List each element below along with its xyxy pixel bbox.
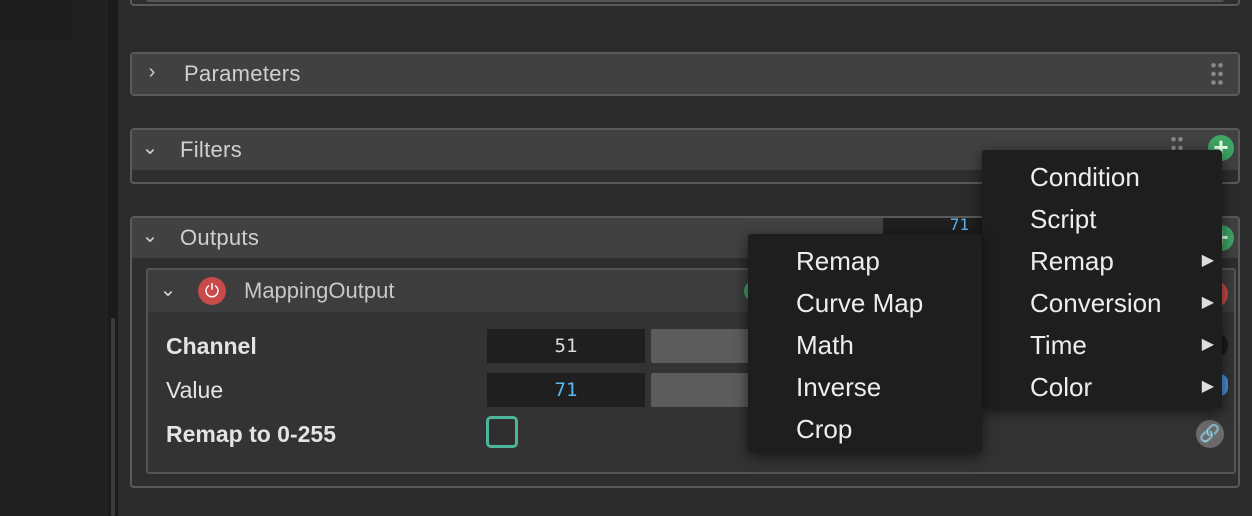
menu-item-remap[interactable]: Remap ▶ bbox=[982, 240, 1222, 282]
caret-right-icon: ▶ bbox=[1201, 252, 1214, 269]
caret-right-icon: ▶ bbox=[1201, 378, 1214, 395]
value-slider[interactable] bbox=[651, 373, 761, 407]
filter-type-menu: Condition Script Remap ▶ Conversion ▶ Ti… bbox=[982, 150, 1222, 408]
channel-slider[interactable] bbox=[651, 329, 761, 363]
caret-right-icon: ▶ bbox=[1201, 294, 1214, 311]
power-icon[interactable]: ⏻ bbox=[198, 277, 226, 305]
chevron-down-icon[interactable]: ⌄ bbox=[158, 280, 178, 300]
submenu-item-remap[interactable]: Remap bbox=[748, 240, 982, 282]
menu-item-time[interactable]: Time ▶ bbox=[982, 324, 1222, 366]
submenu-item-crop[interactable]: Crop bbox=[748, 408, 982, 450]
caret-right-icon: ▶ bbox=[1201, 336, 1214, 353]
channel-field[interactable]: 51 bbox=[487, 329, 645, 363]
remap-label: Remap to 0-255 bbox=[166, 421, 337, 447]
parameters-panel: › Parameters bbox=[130, 52, 1240, 96]
submenu-item-math[interactable]: Math bbox=[748, 324, 982, 366]
left-sidebar-header bbox=[0, 0, 72, 40]
menu-item-script[interactable]: Script bbox=[982, 198, 1222, 240]
scrollbar-thumb[interactable] bbox=[111, 318, 115, 516]
link-icon[interactable]: 🔗 bbox=[1196, 420, 1224, 448]
menu-item-color[interactable]: Color ▶ bbox=[982, 366, 1222, 408]
chevron-right-icon[interactable]: › bbox=[142, 62, 162, 82]
left-sidebar bbox=[0, 0, 108, 516]
value-field[interactable]: 71 bbox=[487, 373, 645, 407]
parameters-header[interactable]: › Parameters bbox=[132, 54, 1238, 94]
menu-item-condition[interactable]: Condition bbox=[982, 156, 1222, 198]
outputs-title: Outputs bbox=[180, 225, 260, 250]
chevron-down-icon[interactable]: ⌄ bbox=[140, 226, 160, 246]
mapping-output-title: MappingOutput bbox=[244, 278, 395, 303]
menu-item-conversion[interactable]: Conversion ▶ bbox=[982, 282, 1222, 324]
parameters-title: Parameters bbox=[184, 61, 301, 86]
drag-grip-icon[interactable] bbox=[1210, 61, 1224, 87]
submenu-item-inverse[interactable]: Inverse bbox=[748, 366, 982, 408]
submenu-item-curve-map[interactable]: Curve Map bbox=[748, 282, 982, 324]
remap-checkbox[interactable] bbox=[486, 416, 518, 448]
top-panel-inner bbox=[146, 0, 1224, 2]
top-panel bbox=[130, 0, 1240, 6]
remap-submenu: Remap Curve Map Math Inverse Crop bbox=[748, 234, 982, 452]
filters-title: Filters bbox=[180, 137, 242, 162]
value-label: Value bbox=[166, 377, 224, 403]
chevron-down-icon[interactable]: ⌄ bbox=[140, 138, 160, 158]
channel-label: Channel bbox=[166, 333, 257, 359]
